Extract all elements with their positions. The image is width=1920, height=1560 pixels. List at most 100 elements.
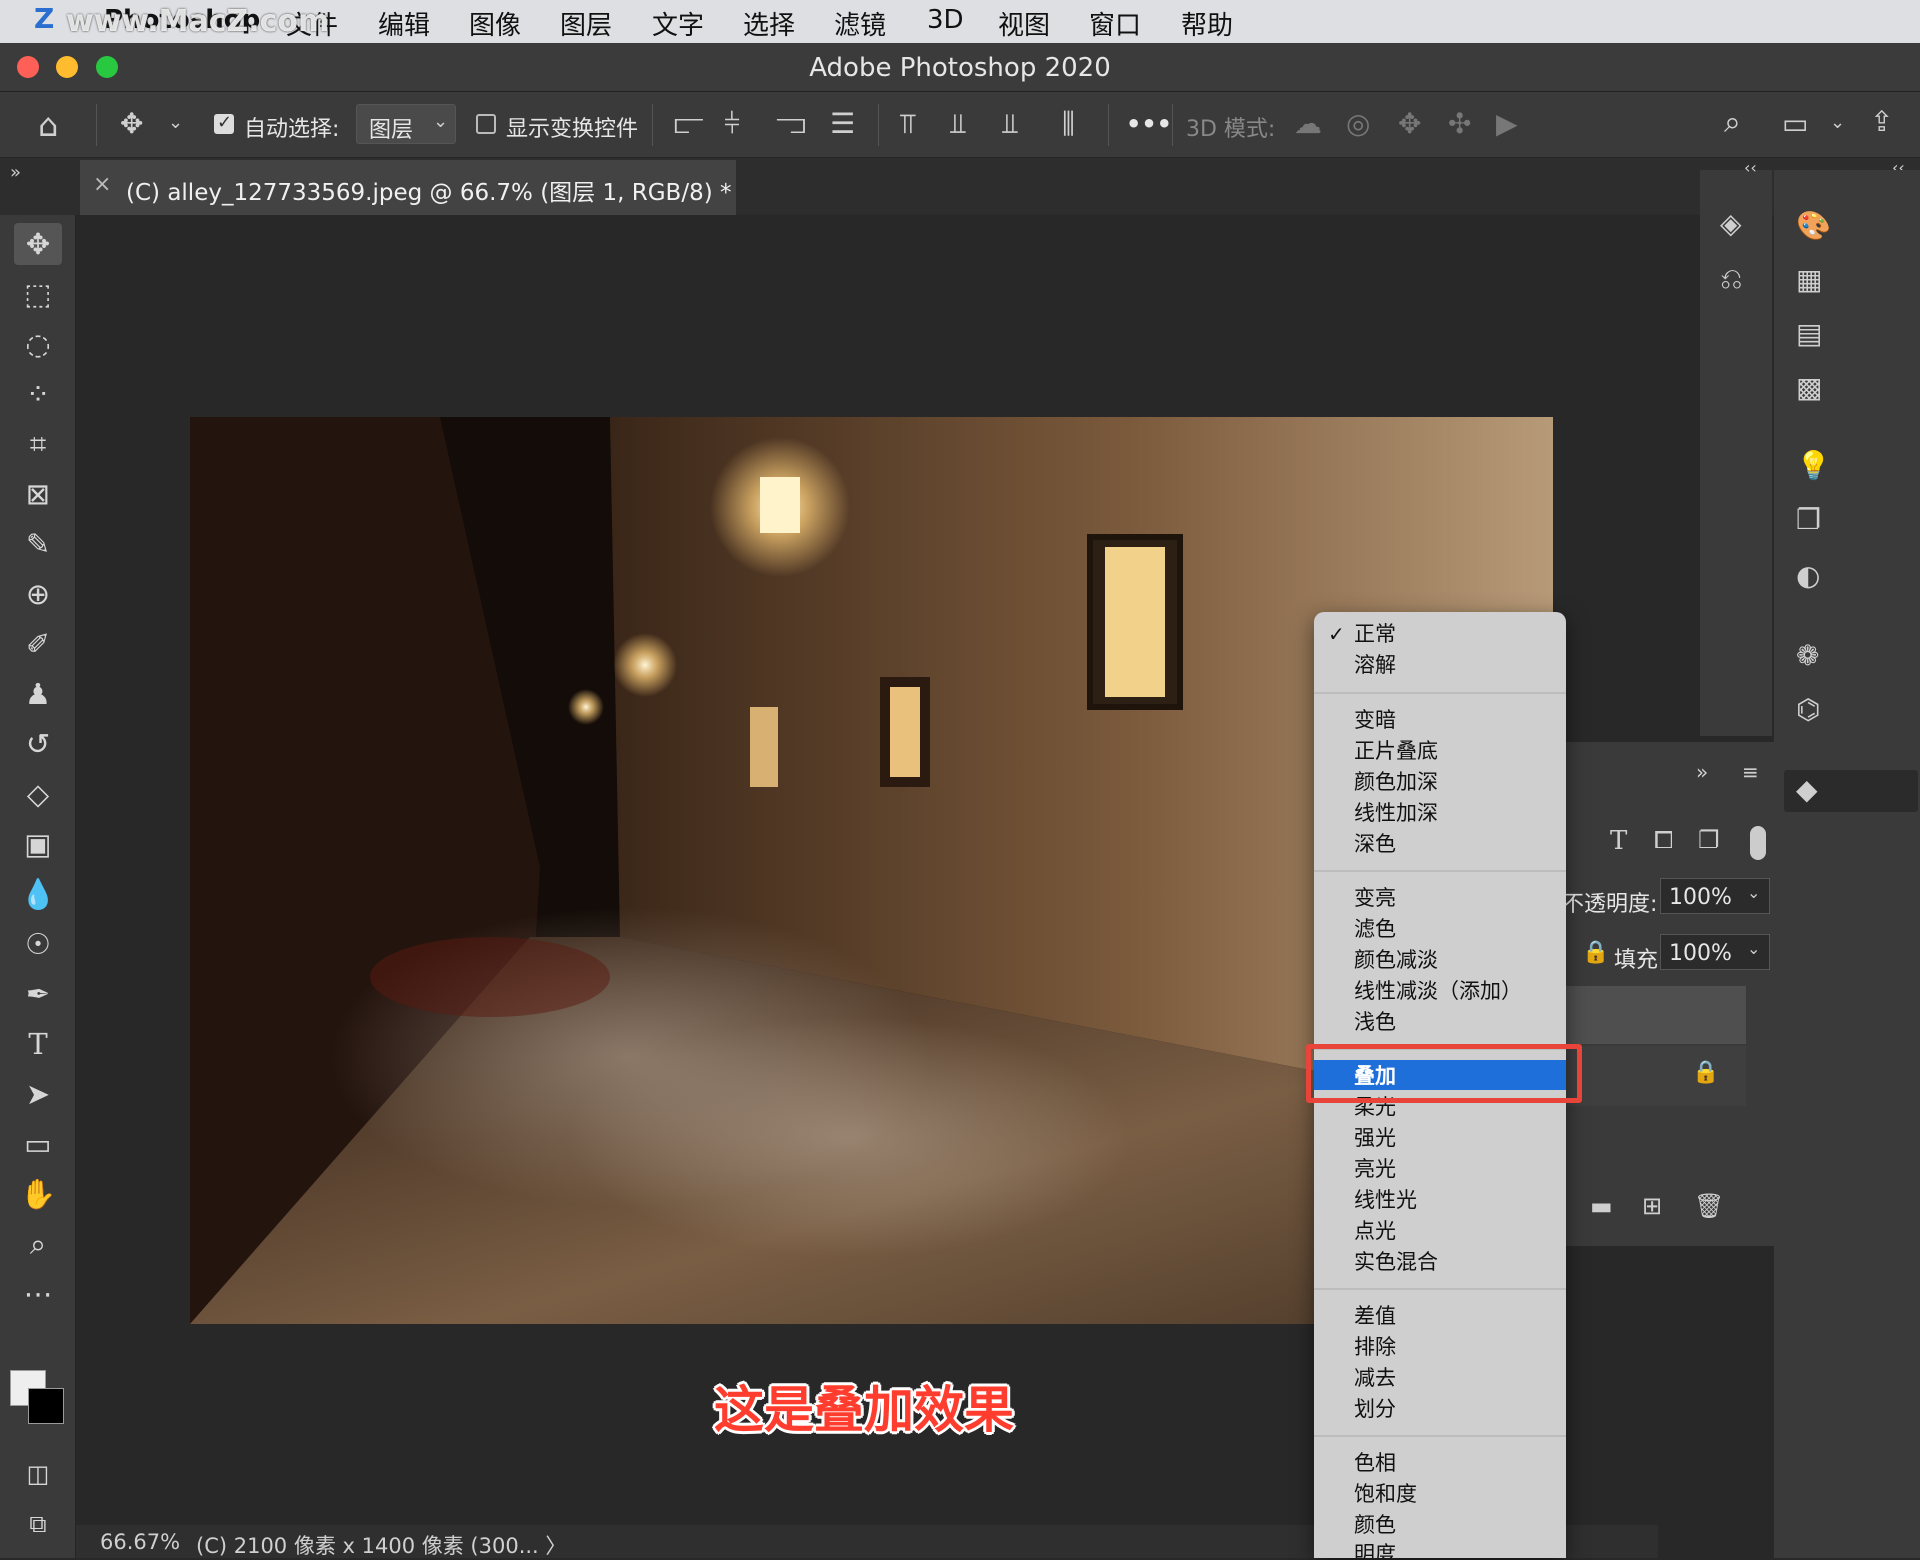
zoom-icon[interactable]: ⌕ [14, 1223, 62, 1265]
align-vcenter-icon[interactable]: ⫫ [950, 110, 966, 138]
gradient-icon[interactable]: ▣ [14, 823, 62, 865]
dodge-icon[interactable]: ☉ [14, 923, 62, 965]
blur-icon[interactable]: 💧 [14, 873, 62, 915]
blend-option-color-burn[interactable]: 颜色加深 [1354, 770, 1438, 794]
panel-menu-icon[interactable]: ≡ [1742, 762, 1759, 782]
more-tools-icon[interactable]: ⋯ [14, 1273, 62, 1315]
menu-type[interactable]: 文字 [652, 5, 704, 42]
blend-option-dissolve[interactable]: 溶解 [1354, 653, 1396, 677]
auto-select-checkbox[interactable]: ✓ [214, 112, 234, 134]
type-filter-icon[interactable]: T [1610, 828, 1627, 854]
fill-input[interactable]: 100% ⌄ [1660, 934, 1770, 970]
new-group-icon[interactable]: ▬ [1590, 1194, 1613, 1218]
move-tool-icon[interactable]: ✥ [120, 110, 143, 138]
search-icon[interactable]: ⌕ [1724, 108, 1741, 138]
layers-panel-tab[interactable]: ◆ [1784, 770, 1918, 812]
lasso-icon[interactable]: ◌ [14, 323, 62, 365]
layer-row-selected[interactable] [1562, 986, 1746, 1044]
eyedropper-icon[interactable]: ✎ [14, 523, 62, 565]
chevron-down-icon[interactable]: ⌄ [168, 114, 183, 132]
chevron-down-icon[interactable]: ⌄ [1830, 114, 1845, 132]
distribute-vertical-icon[interactable]: ⫼ [1062, 110, 1075, 138]
menu-help[interactable]: 帮助 [1181, 5, 1233, 42]
lock-icon[interactable]: 🔒 [1582, 942, 1609, 964]
move-icon[interactable]: ✥ [14, 223, 62, 265]
menu-filter[interactable]: 滤镜 [834, 5, 886, 42]
align-left-icon[interactable]: ⫍ [674, 110, 704, 138]
paths-panel-icon[interactable]: ⌬ [1796, 696, 1820, 724]
brush-icon[interactable]: ✐ [14, 623, 62, 665]
layer-row-background[interactable]: 🔒 [1562, 1046, 1746, 1106]
crop-icon[interactable]: ⌗ [14, 423, 62, 465]
menu-window[interactable]: 窗口 [1089, 5, 1141, 42]
align-hcenter-icon[interactable]: ⫩ [724, 110, 740, 138]
menu-image[interactable]: 图像 [469, 5, 521, 42]
blend-option-lighter-color[interactable]: 浅色 [1354, 1010, 1396, 1034]
expand-toolbar-icon[interactable]: » [10, 164, 21, 182]
blend-option-linear-burn[interactable]: 线性加深 [1354, 801, 1438, 825]
auto-select-target-select[interactable]: 图层 ⌄ [356, 104, 456, 144]
history-panel-icon[interactable]: ⎌ [1720, 265, 1742, 293]
frame-icon[interactable]: ⊠ [14, 473, 62, 515]
learn-panel-icon[interactable]: 💡 [1796, 452, 1831, 480]
eraser-icon[interactable]: ◇ [14, 773, 62, 815]
new-layer-icon[interactable]: ⊞ [1642, 1194, 1662, 1218]
healing-icon[interactable]: ⊕ [14, 573, 62, 615]
blend-option-darken[interactable]: 变暗 [1354, 708, 1396, 732]
3d-roll-icon[interactable]: ◎ [1346, 110, 1370, 138]
rectangle-icon[interactable]: ▭ [14, 1123, 62, 1165]
delete-layer-icon[interactable]: 🗑 [1694, 1194, 1724, 1218]
smart-object-filter-icon[interactable]: ❐ [1698, 828, 1720, 852]
hand-icon[interactable]: ✋ [14, 1173, 62, 1215]
workspace-icon[interactable]: ▭ [1782, 110, 1808, 138]
blend-option-darker-color[interactable]: 深色 [1354, 832, 1396, 856]
document-tab[interactable]: × (C) alley_127733569.jpeg @ 66.7% (图层 1… [80, 160, 736, 215]
path-select-icon[interactable]: ➤ [14, 1073, 62, 1115]
close-tab-icon[interactable]: × [93, 172, 111, 197]
3d-camera-icon[interactable]: ▶ [1496, 110, 1518, 138]
history-brush-icon[interactable]: ↺ [14, 723, 62, 765]
background-color-swatch[interactable] [28, 1388, 64, 1424]
blend-option-normal[interactable]: 正常 [1354, 622, 1396, 646]
menu-3d[interactable]: 3D [927, 5, 964, 35]
shape-filter-icon[interactable]: ⧠ [1654, 828, 1673, 852]
menu-select[interactable]: 选择 [743, 5, 795, 42]
show-transform-checkbox[interactable] [476, 114, 496, 134]
align-right-icon[interactable]: ⫎ [776, 110, 806, 138]
menu-edit[interactable]: 编辑 [378, 5, 430, 42]
align-top-icon[interactable]: ⫪ [900, 110, 916, 138]
quick-select-icon[interactable]: ⁘ [14, 373, 62, 415]
blend-option-lighten[interactable]: 变亮 [1354, 886, 1396, 910]
blend-option-color-dodge[interactable]: 颜色减淡 [1354, 948, 1438, 972]
home-icon[interactable]: ⌂ [38, 109, 58, 141]
collapse-dock-icon[interactable]: ‹‹ [1744, 160, 1757, 176]
share-icon[interactable]: ⇪ [1870, 108, 1893, 136]
filter-toggle[interactable] [1750, 826, 1766, 860]
3d-panel-icon[interactable]: ◈ [1720, 210, 1742, 238]
type-icon[interactable]: T [14, 1023, 62, 1065]
swatches-panel-icon[interactable]: ▦ [1796, 266, 1822, 294]
pen-icon[interactable]: ✒ [14, 973, 62, 1015]
gradients-panel-icon[interactable]: ▤ [1796, 320, 1822, 348]
color-panel-icon[interactable]: 🎨 [1796, 212, 1831, 240]
patterns-panel-icon[interactable]: ▩ [1796, 374, 1822, 402]
libraries-panel-icon[interactable]: ❐ [1796, 506, 1821, 534]
distribute-icon[interactable]: ☰ [830, 110, 855, 138]
adjustments-panel-icon[interactable]: ◐ [1796, 562, 1820, 590]
blend-option-linear-dodge[interactable]: 线性减淡（添加） [1354, 979, 1522, 1003]
menu-layer[interactable]: 图层 [560, 5, 612, 42]
zoom-level[interactable]: 66.67% [100, 1530, 180, 1554]
blend-option-screen[interactable]: 滤色 [1354, 917, 1396, 941]
blend-option-multiply[interactable]: 正片叠底 [1354, 739, 1438, 763]
more-options-icon[interactable]: ••• [1126, 110, 1172, 138]
stamp-icon[interactable]: ♟ [14, 673, 62, 715]
menu-view[interactable]: 视图 [998, 5, 1050, 42]
quick-mask-icon[interactable]: ◫ [14, 1453, 62, 1495]
channels-panel-icon[interactable]: ❁ [1796, 642, 1819, 670]
opacity-input[interactable]: 100% ⌄ [1660, 878, 1770, 914]
3d-orbit-icon[interactable]: ☁ [1294, 110, 1322, 138]
align-bottom-icon[interactable]: ⫫ [1002, 110, 1018, 138]
screen-mode-icon[interactable]: ⧉ [14, 1503, 62, 1545]
marquee-icon[interactable]: ⬚ [14, 273, 62, 315]
document-info[interactable]: (C) 2100 像素 x 1400 像素 (300... 〉 [196, 1530, 566, 1560]
